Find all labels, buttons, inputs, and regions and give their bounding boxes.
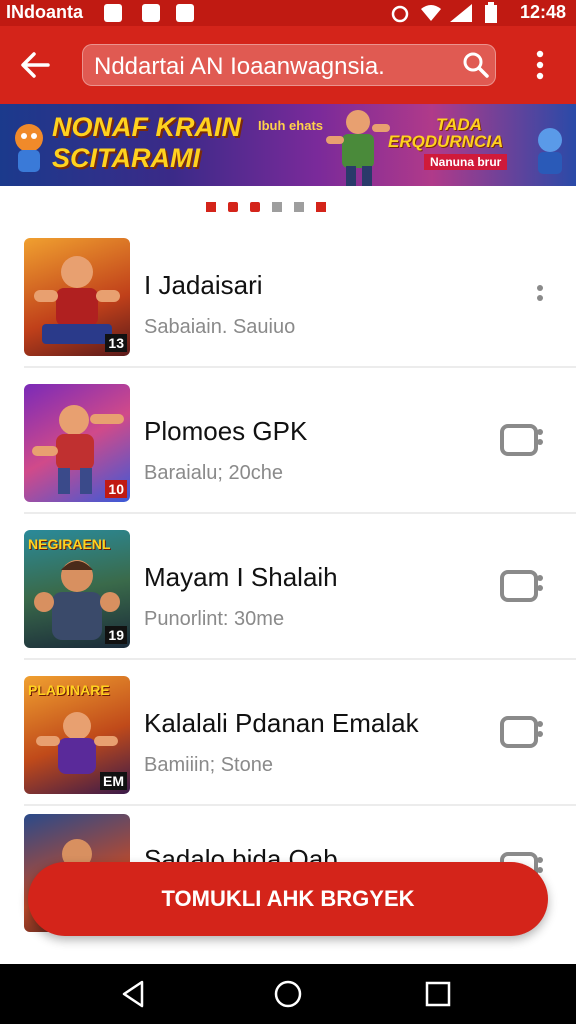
banner-character-right <box>538 128 562 174</box>
alarm-icon <box>391 5 409 23</box>
install-icon[interactable] <box>500 420 546 458</box>
install-icon[interactable] <box>500 566 546 604</box>
search-field[interactable]: Nddartai AN Ioaanwagnsia. <box>82 44 496 86</box>
carousel-dot[interactable] <box>294 202 304 212</box>
banner-hero-character <box>326 110 390 186</box>
wifi-icon <box>421 5 441 21</box>
app-subtitle: Sabaiain. Sauiuo <box>144 316 296 338</box>
notification-icon <box>104 4 122 22</box>
system-nav-bar <box>0 964 576 1024</box>
more-vert-icon[interactable] <box>528 48 552 82</box>
list-item[interactable]: NEGIRAENL 19 Mayam I Shalaih Punorlint: … <box>0 514 576 660</box>
list-item[interactable]: 10 Plomoes GPK Baraialu; 20che <box>0 368 576 514</box>
status-time: 12:48 <box>519 2 566 22</box>
carousel-dot[interactable] <box>228 202 238 212</box>
app-title: Plomoes GPK <box>144 416 308 446</box>
app-bar: Nddartai AN Ioaanwagnsia. <box>0 26 576 104</box>
battery-icon <box>485 2 497 23</box>
status-carrier: INdoanta <box>6 2 84 22</box>
banner-mid-text: Ibuh ehats <box>258 118 324 133</box>
banner-title-right: TADA ERQDURNCIA <box>388 115 504 151</box>
app-thumbnail[interactable]: PLADINARE EM <box>24 676 130 794</box>
list-item[interactable]: 13 I Jadaisari Sabaiain. Sauiuo <box>0 222 576 368</box>
app-title: Mayam I Shalaih <box>144 562 338 592</box>
download-icon <box>176 4 194 22</box>
more-vert-icon[interactable] <box>530 282 550 312</box>
app-thumbnail[interactable]: NEGIRAENL 19 <box>24 530 130 648</box>
app-badge: EM <box>100 772 127 790</box>
app-badge: 10 <box>105 480 127 498</box>
app-subtitle: Punorlint: 30me <box>144 608 285 630</box>
carousel-dot[interactable] <box>206 202 216 212</box>
carousel-dot[interactable] <box>316 202 326 212</box>
promo-banner[interactable]: NONAF KRAIN SCITARAMI Ibuh ehats TADA ER… <box>0 104 576 186</box>
photo-icon <box>142 4 160 22</box>
carousel-dot-active[interactable] <box>250 202 260 212</box>
search-input[interactable]: Nddartai AN Ioaanwagnsia. <box>94 53 385 81</box>
nav-recents-icon[interactable] <box>422 978 454 1010</box>
app-thumb-label: NEGIRAENL <box>28 536 111 552</box>
primary-cta-button[interactable]: TOMUKLI AHK BRGYEK <box>28 862 548 936</box>
list-item[interactable]: PLADINARE EM Kalalali Pdanan Emalak Bami… <box>0 660 576 806</box>
app-thumbnail[interactable]: 10 <box>24 384 130 502</box>
app-title: Kalalali Pdanan Emalak <box>144 708 419 738</box>
nav-home-icon[interactable] <box>272 978 304 1010</box>
search-icon[interactable] <box>462 51 490 79</box>
cta-label: TOMUKLI AHK BRGYEK <box>161 886 415 911</box>
app-subtitle: Bamiiin; Stone <box>144 754 273 776</box>
status-bar: INdoanta 12:48 <box>0 0 576 26</box>
banner-title-left: NONAF KRAIN SCITARAMI <box>52 112 241 173</box>
install-icon[interactable] <box>500 712 546 750</box>
app-title: I Jadaisari <box>144 270 263 300</box>
signal-icon <box>450 4 472 22</box>
app-thumb-label: PLADINARE <box>28 682 110 698</box>
app-badge: 13 <box>105 334 127 352</box>
app-subtitle: Baraialu; 20che <box>144 462 283 484</box>
back-arrow-icon[interactable] <box>18 48 54 82</box>
app-badge: 19 <box>105 626 127 644</box>
nav-back-icon[interactable] <box>118 978 150 1010</box>
carousel-dot[interactable] <box>272 202 282 212</box>
banner-tag: Nanuna brur <box>424 154 508 170</box>
banner-character-left <box>15 124 43 172</box>
app-thumbnail[interactable]: 13 <box>24 238 130 356</box>
